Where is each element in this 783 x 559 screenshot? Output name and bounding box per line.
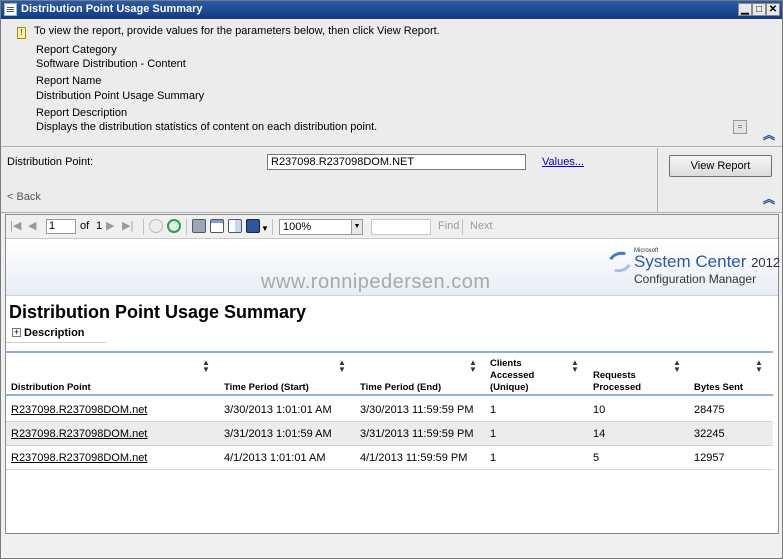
toolbar-separator	[272, 219, 273, 235]
bytes-cell: 32245	[694, 428, 725, 440]
sort-icon[interactable]: ▲ ▼	[338, 359, 346, 374]
column-header-time-end[interactable]: Time Period (End)	[360, 382, 441, 394]
report-info-panel: ! To view the report, provide values for…	[1, 19, 782, 147]
product-name: System Center 2012	[634, 252, 781, 271]
table-row: R237098.R237098DOM.net 3/31/2013 1:01:59…	[6, 422, 773, 446]
report-description-label: Report Description	[36, 107, 128, 119]
parameter-panel: Distribution Point: R237098.R237098DOM.N…	[1, 148, 782, 213]
table-row: R237098.R237098DOM.net 3/30/2013 1:01:01…	[6, 398, 773, 422]
time-start-cell: 3/31/2013 1:01:59 AM	[224, 428, 332, 440]
collapse-params-chevron-icon[interactable]: ︽	[763, 193, 775, 205]
time-start-cell: 3/30/2013 1:01:01 AM	[224, 404, 332, 416]
sort-icon[interactable]: ▲ ▼	[469, 359, 477, 374]
sort-icon[interactable]: ▲ ▼	[571, 359, 579, 374]
time-end-cell: 3/30/2013 11:59:59 PM	[360, 404, 474, 416]
report-toolbar: |◀ ◀ 1 of 1 ▶ ▶| ▼ 100% ▼ Find Next	[6, 215, 778, 239]
find-link[interactable]: Find	[438, 220, 459, 233]
of-label: of	[80, 220, 90, 232]
zoom-value: 100%	[283, 221, 312, 233]
description-divider	[6, 342, 106, 343]
back-link[interactable]: < Back	[7, 191, 41, 203]
column-header-clients-accessed[interactable]: Clients Accessed (Unique)	[490, 358, 552, 394]
bytes-cell: 12957	[694, 452, 725, 464]
total-pages: 1	[96, 220, 103, 232]
column-header-bytes-sent[interactable]: Bytes Sent	[694, 382, 743, 394]
subproduct-name: Configuration Manager	[634, 272, 757, 286]
sort-icon[interactable]: ▲ ▼	[673, 359, 681, 374]
requests-cell: 10	[593, 404, 606, 416]
report-description-value: Displays the distribution statistics of …	[36, 121, 378, 133]
previous-page-icon[interactable]: ◀	[28, 220, 36, 233]
clients-cell: 1	[490, 428, 497, 440]
zoom-select[interactable]: 100% ▼	[279, 219, 363, 235]
distribution-point-link[interactable]: R237098.R237098DOM.net	[11, 404, 147, 416]
first-page-icon[interactable]: |◀	[10, 220, 21, 233]
table-header: Distribution Point ▲ ▼ Time Period (Start…	[6, 351, 773, 396]
description-toggle[interactable]: Description	[24, 327, 85, 339]
collapse-chevron-icon[interactable]: ︽	[763, 129, 775, 141]
distribution-point-link[interactable]: R237098.R237098DOM.net	[11, 452, 147, 464]
view-report-button[interactable]: View Report	[669, 155, 772, 177]
distribution-point-link[interactable]: R237098.R237098DOM.net	[11, 428, 147, 440]
report-name-label: Report Name	[36, 75, 102, 87]
distribution-point-label: Distribution Point:	[7, 156, 94, 168]
maximize-button[interactable]: □	[752, 3, 766, 16]
column-header-distribution-point[interactable]: Distribution Point	[11, 382, 91, 394]
stop-icon[interactable]	[149, 219, 163, 233]
print-icon[interactable]	[192, 219, 206, 233]
refresh-icon[interactable]	[167, 219, 181, 233]
close-button[interactable]: ✕	[766, 3, 780, 16]
column-header-requests-processed[interactable]: Requests Processed	[593, 370, 663, 394]
column-header-time-start[interactable]: Time Period (Start)	[224, 382, 309, 394]
minimize-button[interactable]: ▁	[738, 3, 752, 16]
watermark: www.ronnipedersen.com	[261, 271, 491, 293]
next-link[interactable]: Next	[470, 220, 493, 233]
export-icon[interactable]	[246, 219, 260, 233]
time-end-cell: 3/31/2013 11:59:59 PM	[360, 428, 474, 440]
parameters-toggle-icon[interactable]: =	[733, 120, 747, 134]
requests-cell: 14	[593, 428, 606, 440]
chevron-down-icon[interactable]: ▼	[351, 220, 362, 234]
report-title: Distribution Point Usage Summary	[9, 302, 307, 322]
table-row: R237098.R237098DOM.net 4/1/2013 1:01:01 …	[6, 446, 773, 470]
distribution-point-input[interactable]: R237098.R237098DOM.NET	[267, 154, 526, 170]
report-viewer: |◀ ◀ 1 of 1 ▶ ▶| ▼ 100% ▼ Find Next Micr…	[5, 214, 781, 534]
sort-icon[interactable]: ▲ ▼	[755, 359, 763, 374]
page-number-input[interactable]: 1	[46, 219, 76, 234]
window-title: Distribution Point Usage Summary	[21, 3, 203, 15]
values-link[interactable]: Values...	[542, 156, 584, 168]
time-start-cell: 4/1/2013 1:01:01 AM	[224, 452, 326, 464]
time-end-cell: 4/1/2013 11:59:59 PM	[360, 452, 468, 464]
report-banner: Microsoft System Center 2012 Configurati…	[6, 240, 781, 296]
info-icon: !	[17, 27, 26, 39]
instructions-text: To view the report, provide values for t…	[34, 25, 440, 37]
toolbar-separator	[462, 219, 463, 235]
export-dropdown-icon[interactable]: ▼	[261, 222, 269, 235]
next-page-icon[interactable]: ▶	[106, 220, 114, 233]
report-name-value: Distribution Point Usage Summary	[36, 90, 205, 102]
toolbar-separator	[186, 219, 187, 235]
clients-cell: 1	[490, 452, 497, 464]
title-bar: Distribution Point Usage Summary ▁ □ ✕	[1, 1, 782, 19]
report-app-icon	[4, 3, 17, 16]
report-category-value: Software Distribution - Content	[36, 58, 186, 70]
system-center-swoosh-icon	[605, 248, 635, 276]
print-layout-icon[interactable]	[210, 219, 224, 233]
report-window: Distribution Point Usage Summary ▁ □ ✕ !…	[0, 0, 783, 559]
page-setup-icon[interactable]	[228, 219, 242, 233]
requests-cell: 5	[593, 452, 600, 464]
expand-plus-icon[interactable]: +	[12, 328, 21, 337]
bytes-cell: 28475	[694, 404, 725, 416]
report-category-label: Report Category	[36, 44, 117, 56]
last-page-icon[interactable]: ▶|	[122, 220, 133, 233]
clients-cell: 1	[490, 404, 497, 416]
find-input[interactable]	[371, 219, 431, 235]
sort-icon[interactable]: ▲ ▼	[202, 359, 210, 374]
panel-divider	[657, 148, 658, 212]
toolbar-separator	[143, 219, 144, 235]
